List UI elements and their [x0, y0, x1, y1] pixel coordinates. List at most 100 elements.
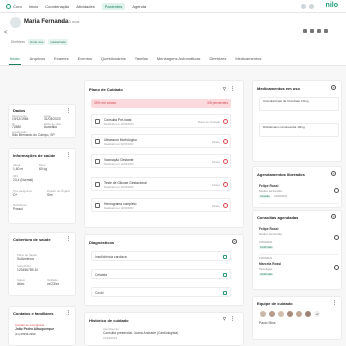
brand-name: Cura: [13, 3, 22, 9]
contatos-menu-icon[interactable]: ⋮: [66, 310, 71, 316]
equipe-menu-icon[interactable]: ⋮: [332, 300, 337, 306]
task-icon: [95, 119, 100, 124]
avatar: [286, 310, 294, 318]
consulta-badge: Confirmado: [259, 246, 274, 249]
tab-questionarios[interactable]: Questionários: [101, 53, 126, 64]
saude-title: Informações de saúde: [13, 153, 56, 158]
equipe-title: Equipe de cuidado: [257, 301, 293, 306]
plano-item[interactable]: Vacinação Gestante Realizado em 12/03/202…: [91, 154, 231, 168]
contatos-title: Contatos e familiares: [13, 311, 54, 316]
tab-tarefas[interactable]: Tarefas: [135, 53, 148, 64]
more-icon[interactable]: [324, 29, 328, 33]
patient-header: Maria Fernanda Sexo 53 anos < Diretrizes…: [0, 13, 346, 52]
medicamento-label: Diclofenaco consinacoba 10mg: [263, 125, 305, 129]
plano-item-date: Realizado em 12/03/2023: [104, 185, 134, 189]
warning-right: 3/8 pendentes: [207, 101, 228, 105]
nav-pacientes[interactable]: Pacientes: [101, 2, 126, 10]
contatos-card: Contatos e familiares ⋮ Contato de emerg…: [8, 306, 76, 346]
cobertura-card: Cobertura de saúde ⋮ Plano de Saúde SulA…: [8, 232, 76, 296]
tab-eventos[interactable]: Eventos: [78, 53, 92, 64]
medicamento-item[interactable]: Clonidrazinato de Cloridrato 10mg: [259, 97, 339, 111]
delete-icon[interactable]: [310, 29, 314, 33]
user-avatar[interactable]: [309, 4, 314, 9]
contact-phone: (11) 99999-9999: [15, 332, 36, 336]
cura-logo-icon: [6, 3, 11, 9]
field-value: 60 kg: [39, 167, 48, 171]
historico-menu-icon[interactable]: ⋮: [230, 316, 235, 322]
team-lead: Paulo Silva: [259, 321, 276, 325]
add-diagnostico-icon[interactable]: +: [232, 239, 237, 244]
add-medicamento-icon[interactable]: +: [331, 85, 336, 90]
task-icon: [95, 159, 100, 164]
tab-diretrizes[interactable]: Diretrizes: [209, 53, 226, 64]
diagnostico-item[interactable]: Insuficiência cardíaca: [91, 251, 231, 261]
nav-agenda[interactable]: Agenda: [132, 4, 146, 9]
back-button[interactable]: <: [4, 30, 8, 36]
plano-item-date: Realizado em 12/03/2023: [104, 122, 134, 126]
tab-inicio[interactable]: Início: [9, 53, 21, 65]
plano-item[interactable]: Consulta Pré-natal Realizado em 12/03/202…: [91, 114, 231, 128]
field-value: Austrália: [44, 125, 57, 129]
avatar: [295, 310, 303, 318]
tab-arquivos[interactable]: Arquivos: [30, 53, 46, 64]
cobertura-menu-icon[interactable]: ⋮: [66, 236, 71, 242]
diagnosticos-title: Diagnósticos: [89, 240, 115, 245]
nav-inicio[interactable]: Início: [29, 4, 39, 9]
alert-icon: [223, 138, 228, 144]
consultas-card: Consultas agendadas + Felipe Rossi Médic…: [252, 210, 342, 290]
nilo-logo: nilo: [325, 2, 338, 9]
consultas-title: Consultas agendadas: [257, 215, 299, 220]
plano-menu-icon[interactable]: ⋮: [230, 86, 235, 92]
tab-medicamentos[interactable]: Medicamentos: [235, 53, 261, 64]
diagnosticos-card: Diagnósticos + Insuficiência cardíaca Ce…: [84, 234, 244, 306]
alert-icon: [223, 118, 228, 124]
edit-circle-icon[interactable]: [334, 235, 339, 240]
field-value: 1,60 m: [13, 167, 24, 171]
agendamento-item[interactable]: Felipe Rossi Médico da Família Consulta …: [259, 184, 339, 204]
consulta-item[interactable]: Felipe Rossi Médico da Família 31/03/202…: [259, 227, 339, 255]
plano-item-title: Ultrassom Morfológico: [104, 138, 137, 142]
consulta-spec: Médico da Família: [259, 232, 282, 236]
add-consulta-icon[interactable]: +: [331, 214, 336, 219]
diagnostico-item[interactable]: Covid: [91, 287, 231, 297]
saude-menu-icon[interactable]: ⋮: [66, 152, 71, 158]
field-value: 23,4 (Normal): [13, 178, 34, 182]
historico-filter-icon[interactable]: ▽: [223, 316, 226, 321]
patient-tabs: Início Arquivos Exames Eventos Questioná…: [0, 52, 346, 66]
patient-sub-label: Diretrizes: [11, 40, 25, 44]
plano-item-status: Atraso: [211, 182, 220, 187]
agendamento-date: 31/03/2023: [274, 195, 287, 198]
plano-item-title: Vacinação Gestante: [104, 158, 134, 162]
nav-atividades[interactable]: Atividades: [76, 4, 94, 9]
medicamento-label: Clonidrazinato de Cloridrato 10mg: [263, 99, 309, 103]
agendamento-badge: Consulta: [259, 195, 271, 198]
print-icon[interactable]: [303, 29, 307, 33]
add-agendamento-icon[interactable]: +: [331, 171, 336, 176]
tab-mensagens[interactable]: Mensagens Automáticas: [157, 53, 201, 64]
alert-icon: [223, 202, 228, 208]
edit-icon[interactable]: [317, 29, 321, 33]
medicamento-item[interactable]: Diclofenaco consinacoba 10mg: [259, 123, 339, 137]
filter-icon[interactable]: ▽: [223, 86, 226, 91]
plano-item[interactable]: Hemograma completo Realizado em 12/03/202…: [91, 198, 231, 212]
tag-cadastrado: Cadastrado: [48, 39, 68, 45]
edit-circle-icon[interactable]: [334, 265, 339, 270]
plano-item[interactable]: Teste de Glicose Gestacional Realizado em…: [91, 177, 231, 191]
field-value: 72880: [12, 125, 22, 129]
plano-item-date: Realizado em 12/03/2023: [104, 206, 134, 210]
historico-desc: Consulta presencial: Joana Andrade (Card…: [103, 331, 179, 335]
plano-item[interactable]: Ultrassom Morfológico Realizado em 02/03/…: [91, 134, 231, 148]
notification-icon[interactable]: [301, 4, 306, 9]
avatar: [277, 310, 285, 318]
tag-onde-vive: Onde vive: [27, 39, 46, 45]
plano-item-status: Atraso: [211, 159, 220, 164]
nav-coordenacao[interactable]: Coordenação: [45, 4, 69, 9]
consulta-item[interactable]: 31/03/2023 Marcela Rossi Psicologia Conf…: [259, 257, 339, 287]
field-value: Possui: [13, 207, 23, 211]
header-actions: [303, 29, 328, 33]
tab-exames[interactable]: Exames: [54, 53, 68, 64]
diagnostico-item[interactable]: Cefaleia: [91, 269, 231, 279]
team-avatars[interactable]: +2: [259, 310, 321, 318]
consulta-spec: Psicologia: [259, 267, 272, 271]
add-circle-icon[interactable]: [334, 188, 339, 193]
